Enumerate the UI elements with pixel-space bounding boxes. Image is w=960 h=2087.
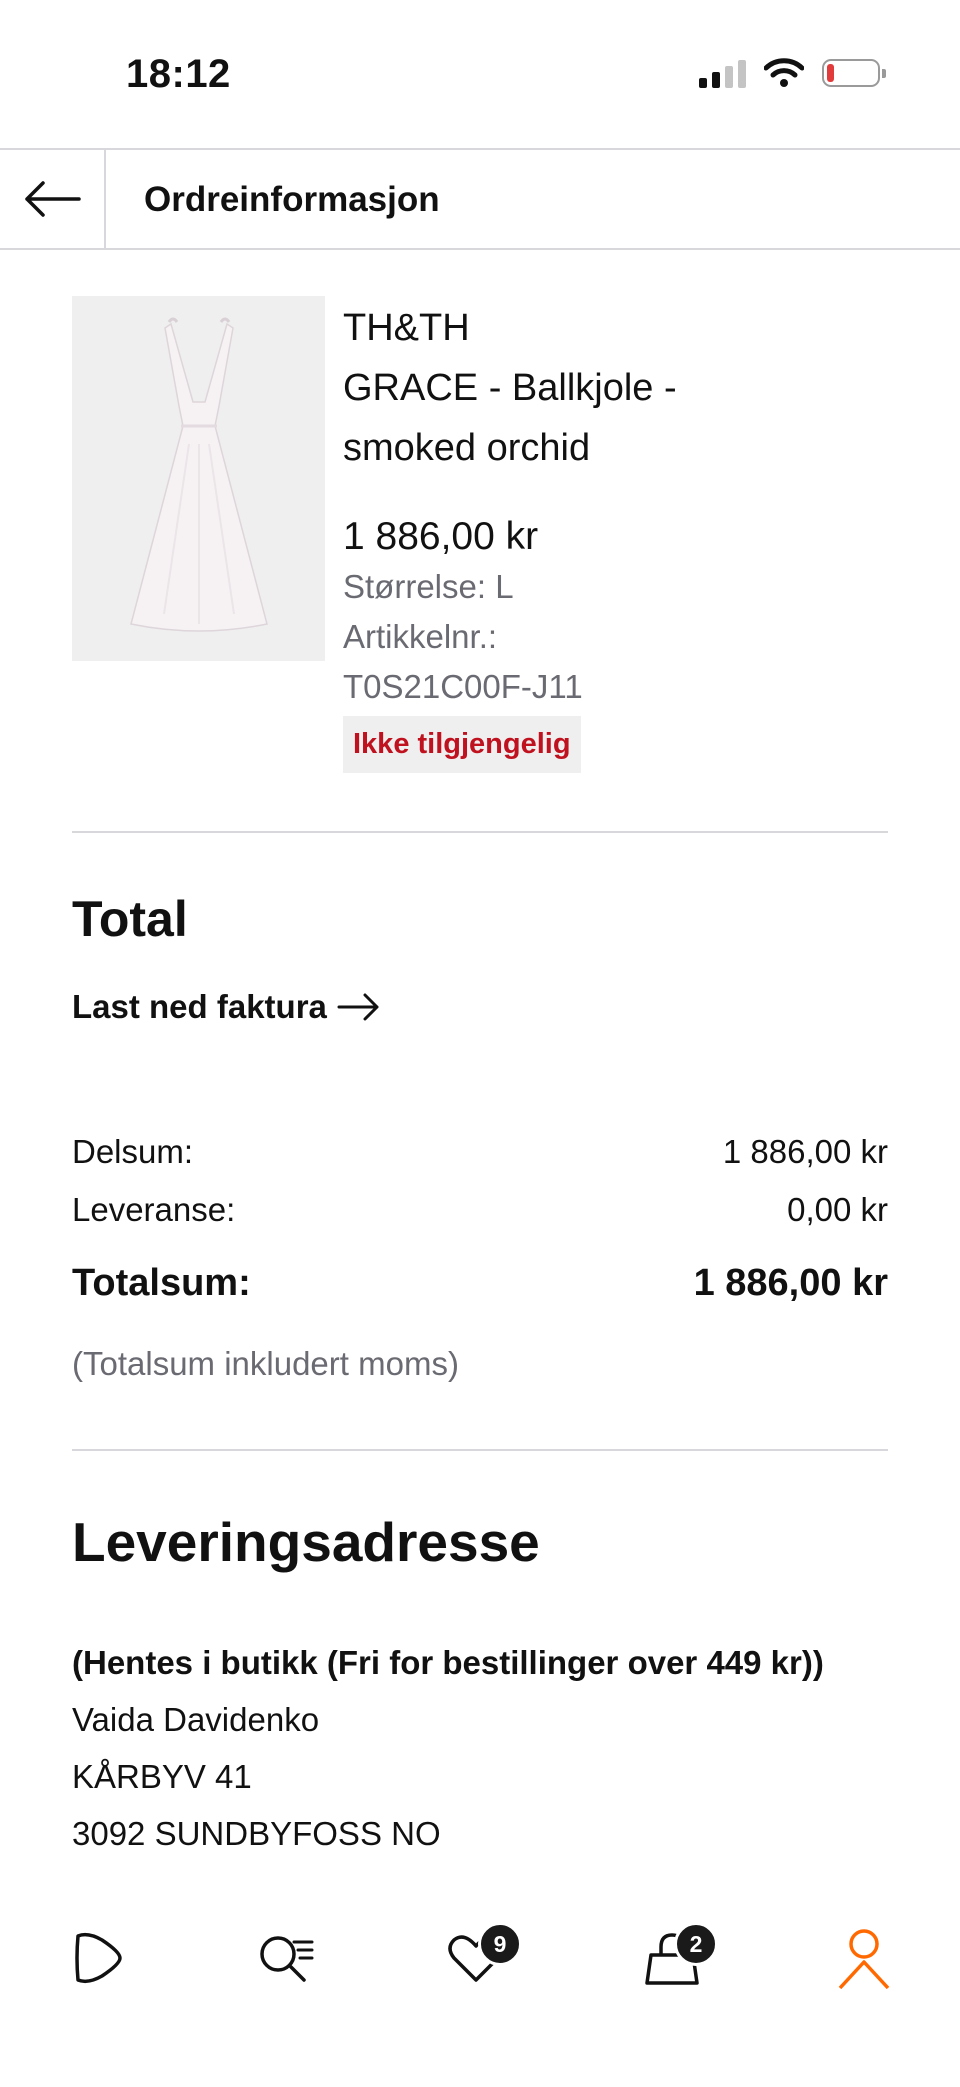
battery-icon (822, 59, 886, 87)
wifi-icon (764, 58, 804, 87)
delivery-row: Leveranse: 0,00 kr (72, 1191, 888, 1229)
bottom-navigation: 9 2 (0, 1888, 960, 2087)
delivery-address: (Hentes i butikk (Fri for bestillinger o… (72, 1634, 852, 1888)
recipient-name: Vaida Davidenko (72, 1701, 320, 1738)
back-button[interactable] (0, 150, 106, 248)
subtotal-label: Delsum: (72, 1133, 194, 1170)
bag-count-badge: 2 (674, 1922, 718, 1966)
home-icon (75, 1932, 122, 1984)
status-bar: 18:12 (0, 0, 960, 148)
delivery-address-heading: Leveringsadresse (72, 1511, 540, 1573)
availability-badge: Ikke tilgjengelig (343, 716, 581, 773)
nav-wishlist[interactable]: 9 (436, 1918, 522, 1998)
nav-bag[interactable]: 2 (632, 1918, 718, 1998)
download-invoice-label: Last ned faktura (72, 988, 327, 1025)
total-heading: Total (72, 891, 188, 947)
signal-icon (699, 58, 746, 88)
product-details: TH&TH GRACE - Ballkjole - smoked orchid … (343, 298, 903, 773)
arrow-left-icon (25, 181, 81, 217)
total-row: Totalsum: 1 886,00 kr (72, 1262, 888, 1305)
total-label: Totalsum: (72, 1262, 251, 1304)
nav-account[interactable] (824, 1918, 904, 1998)
vat-note: (Totalsum inkludert moms) (72, 1345, 459, 1382)
dress-image (129, 317, 268, 632)
nav-home[interactable] (56, 1918, 136, 1998)
divider (72, 831, 888, 833)
download-invoice-link[interactable]: Last ned faktura (72, 988, 381, 1026)
delivery-method: (Hentes i butikk (Fri for bestillinger o… (72, 1644, 824, 1681)
top-bar: Ordreinformasjon (0, 148, 960, 250)
article-number: T0S21C00F-J11 (343, 668, 583, 705)
status-time: 18:12 (126, 52, 231, 96)
wishlist-count-badge: 9 (478, 1922, 522, 1966)
address-street: KÅRBYV 41 (72, 1758, 252, 1795)
divider (72, 1449, 888, 1451)
subtotal-row: Delsum: 1 886,00 kr (72, 1133, 888, 1171)
product-price: 1 886,00 kr (343, 515, 539, 558)
page-title: Ordreinformasjon (144, 180, 440, 219)
arrow-right-icon (337, 993, 379, 1021)
total-value: 1 886,00 kr (693, 1262, 888, 1304)
product-size: Størrelse: L (343, 568, 514, 605)
user-icon (838, 1929, 890, 1990)
product-image[interactable] (72, 296, 325, 661)
status-icons (699, 58, 886, 88)
article-label: Artikkelnr.: (343, 618, 498, 655)
product-brand: TH&TH (343, 307, 470, 349)
product-name[interactable]: GRACE - Ballkjole - smoked orchid (343, 358, 763, 478)
delivery-label: Leveranse: (72, 1191, 236, 1228)
search-icon (260, 1936, 314, 1982)
address-city: 3092 SUNDBYFOSS NO (72, 1815, 441, 1852)
battery-level (827, 64, 834, 82)
delivery-value: 0,00 kr (787, 1191, 888, 1228)
nav-search[interactable] (246, 1918, 326, 1998)
subtotal-value: 1 886,00 kr (722, 1133, 888, 1170)
